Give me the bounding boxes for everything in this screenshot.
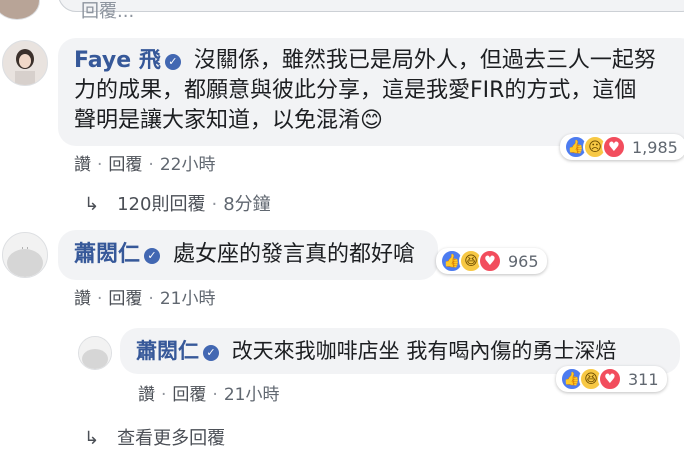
comment-author[interactable]: Faye 飛 [74,48,161,73]
avatar[interactable]: · · [2,232,48,278]
love-reaction-icon: ♥ [478,249,502,273]
comment-line: 力的成果，都願意與彼此分享，這是我愛FIR的方式，這個 [74,78,637,103]
current-user-avatar [0,0,40,20]
avatar-image: · · [3,233,47,277]
like-link[interactable]: 讚 [74,155,91,175]
reaction-count: 311 [628,369,659,389]
reaction-summary[interactable]: 👍 ☹ ♥ 1,985 [560,134,684,160]
view-replies-link[interactable]: ↳ 120則回覆 · 8分鐘 [84,190,271,216]
avatar[interactable] [78,336,112,370]
more-replies-text[interactable]: 查看更多回覆 [117,428,225,449]
love-reaction-icon: ♥ [602,135,626,159]
reply-link[interactable]: 回覆 [172,385,206,405]
smile-emoji-icon: 😊 [360,108,383,133]
avatar-image [79,337,111,369]
verified-badge-icon: ✓ [164,54,181,70]
replies-count[interactable]: 120則回覆 [117,194,205,215]
like-link[interactable]: 讚 [138,385,155,405]
reaction-summary[interactable]: 👍 😆 ♥ 965 [436,248,547,274]
timestamp[interactable]: 21小時 [160,289,216,309]
reply-input[interactable]: 回覆... [58,0,684,22]
comment-actions: 讚 · 回覆 · 21小時 [138,385,280,405]
like-link[interactable]: 讚 [74,289,91,309]
comment-line: 聲明是讓大家知道，以免混淆😊 [74,106,684,136]
reaction-count: 1,985 [632,137,678,157]
avatar[interactable] [2,40,48,86]
comment-bubble: Faye 飛 ✓ 沒關係，雖然我已是局外人，但過去三人一起努 力的成果，都願意與彼… [58,38,684,146]
reaction-count: 965 [508,251,539,271]
comment-line: Faye 飛 ✓ 沒關係，雖然我已是局外人，但過去三人一起努 [74,46,684,76]
reply-arrow-icon: ↳ [84,194,100,215]
comment-text: 處女座的發言真的都好嗆 [173,242,416,267]
timestamp[interactable]: 22小時 [160,155,216,175]
avatar-image [15,49,35,85]
comment-bubble: 蕭閎仁 ✓ 處女座的發言真的都好嗆 [58,230,438,280]
reply-input-placeholder: 回覆... [81,1,135,22]
comment-text: 聲明是讓大家知道，以免混淆 [74,108,361,133]
reply-link[interactable]: 回覆 [108,155,142,175]
svg-text:· ·: · · [21,244,29,253]
verified-badge-icon: ✓ [203,345,219,361]
comment-text: 沒關係，雖然我已是局外人，但過去三人一起努 [193,48,656,73]
reply-link[interactable]: 回覆 [108,289,142,309]
view-more-replies-link[interactable]: ↳ 查看更多回覆 [84,424,225,450]
comment-actions: 讚 · 回覆 · 21小時 [74,289,216,309]
verified-badge-icon: ✓ [144,248,161,264]
reaction-summary[interactable]: 👍 😆 ♥ 311 [556,366,667,392]
comment-author[interactable]: 蕭閎仁 [74,242,140,267]
replies-time: 8分鐘 [223,194,271,215]
comment-text: 改天來我咖啡店坐 我有喝內傷的勇士深焙 [231,339,617,363]
love-reaction-icon: ♥ [598,367,622,391]
reply-arrow-icon: ↳ [84,428,100,449]
comment-author[interactable]: 蕭閎仁 [136,339,199,363]
comment-actions: 讚 · 回覆 · 22小時 [74,155,216,175]
timestamp[interactable]: 21小時 [224,385,280,405]
